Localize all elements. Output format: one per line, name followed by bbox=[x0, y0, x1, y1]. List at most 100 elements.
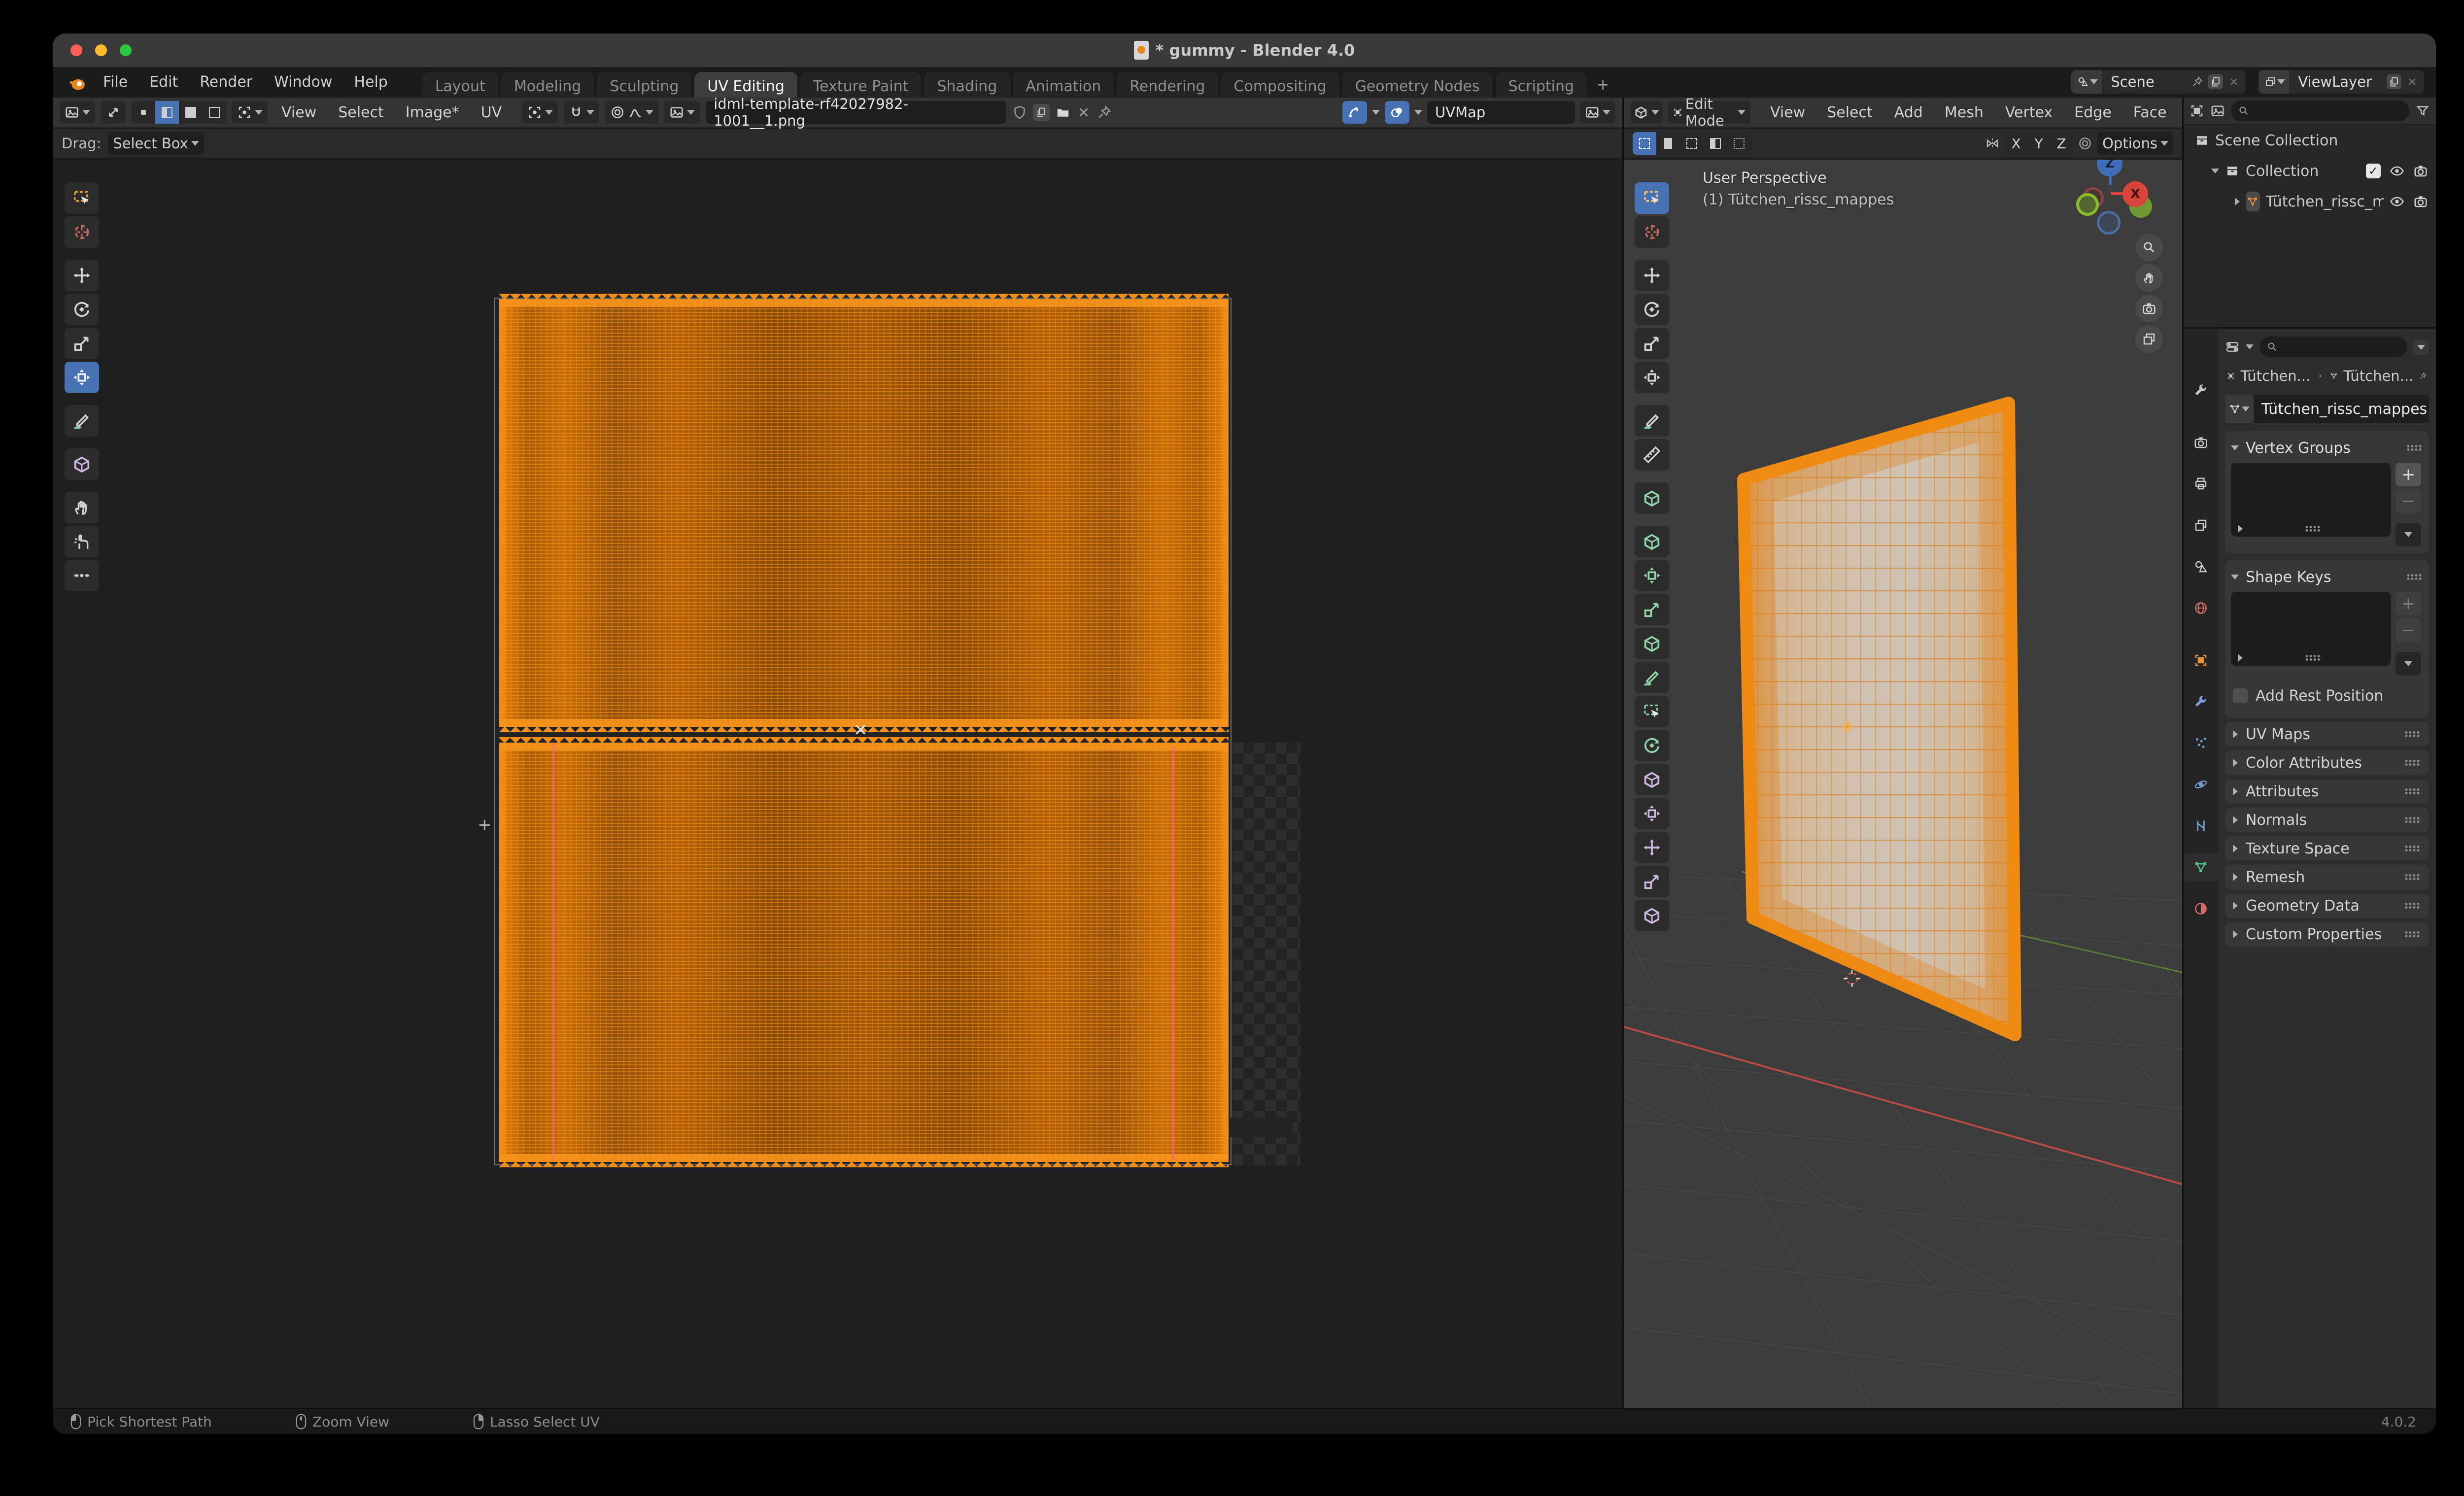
collection-checkbox[interactable]: ✓ bbox=[2366, 164, 2381, 178]
minimize-window-button[interactable] bbox=[95, 44, 107, 56]
tab-geometry-nodes[interactable]: Geometry Nodes bbox=[1342, 72, 1493, 98]
vp-menu-add[interactable]: Add bbox=[1886, 104, 1931, 121]
menu-render[interactable]: Render bbox=[189, 73, 263, 91]
add-rest-position-checkbox[interactable] bbox=[2233, 688, 2248, 703]
tab-render[interactable] bbox=[2184, 428, 2218, 457]
tab-view-layer[interactable] bbox=[2184, 511, 2218, 540]
mirror-x-button[interactable]: X bbox=[2005, 132, 2027, 155]
collapse-icon[interactable] bbox=[2231, 445, 2239, 450]
remove-shape-key-button[interactable]: − bbox=[2396, 618, 2421, 642]
axis-y-neg-ball[interactable] bbox=[2076, 193, 2099, 216]
zoom-view-button[interactable] bbox=[2135, 234, 2163, 261]
editor-type-dropdown[interactable] bbox=[2246, 344, 2254, 349]
vertex-groups-title[interactable]: Vertex Groups bbox=[2246, 440, 2351, 457]
add-vertex-group-button[interactable]: + bbox=[2396, 463, 2421, 486]
panel-remesh[interactable]: Remesh bbox=[2225, 865, 2429, 889]
drag-grip-icon[interactable] bbox=[2404, 931, 2421, 938]
vp-tool-shrink-fatten[interactable] bbox=[1635, 832, 1669, 863]
outliner-row-scene-collection[interactable]: Scene Collection bbox=[2184, 125, 2436, 156]
outliner-row-object[interactable]: Tütchen_rissc_mappes bbox=[2184, 186, 2436, 217]
properties-search-input[interactable] bbox=[2259, 337, 2407, 357]
pan-view-button[interactable] bbox=[2135, 264, 2163, 292]
vp-tool-scale[interactable] bbox=[1635, 328, 1669, 359]
disable-render-camera-icon[interactable] bbox=[2413, 194, 2428, 209]
drag-grip-icon[interactable] bbox=[2404, 845, 2421, 852]
mode-dropdown[interactable]: Edit Mode bbox=[1668, 101, 1750, 124]
vp-tool-spin[interactable] bbox=[1635, 730, 1669, 761]
close-window-button[interactable] bbox=[70, 44, 82, 56]
hide-eye-icon[interactable] bbox=[2390, 194, 2404, 209]
copy-icon[interactable] bbox=[2388, 76, 2400, 88]
drag-grip-icon[interactable] bbox=[2404, 902, 2421, 909]
menu-edit[interactable]: Edit bbox=[138, 73, 189, 91]
scene-name[interactable]: Scene bbox=[2102, 73, 2186, 90]
vp-menu-view[interactable]: View bbox=[1762, 104, 1813, 121]
tab-physics[interactable] bbox=[2184, 770, 2218, 799]
pin-icon[interactable] bbox=[1097, 105, 1112, 120]
overlay-dropdown[interactable] bbox=[1414, 110, 1422, 115]
copy-icon[interactable] bbox=[2210, 76, 2222, 88]
tab-object[interactable] bbox=[2184, 646, 2218, 675]
vp-tool-measure[interactable] bbox=[1635, 439, 1669, 471]
tab-texture-paint[interactable]: Texture Paint bbox=[800, 72, 922, 98]
drag-grip-icon[interactable] bbox=[2404, 874, 2421, 881]
uv-menu-image[interactable]: Image* bbox=[398, 104, 467, 121]
uv-select-island-button[interactable] bbox=[203, 101, 226, 124]
tab-rendering[interactable]: Rendering bbox=[1117, 72, 1218, 98]
camera-view-button[interactable] bbox=[2135, 295, 2163, 322]
tab-object-data[interactable] bbox=[2184, 853, 2218, 882]
list-resize-grip[interactable] bbox=[2305, 525, 2322, 532]
mirror-icon[interactable] bbox=[1985, 136, 2000, 151]
vp-tool-cursor[interactable] bbox=[1635, 216, 1669, 248]
viewport-canvas[interactable]: User Perspective (1) Tütchen_rissc_mappe… bbox=[1624, 160, 2182, 1408]
outliner-editor-type-icon[interactable] bbox=[2190, 103, 2204, 118]
unlink-image-icon[interactable] bbox=[1076, 105, 1091, 120]
uv-island-bottom[interactable] bbox=[499, 743, 1229, 1162]
breadcrumb-data[interactable]: Tütchen... bbox=[2344, 368, 2414, 384]
image-name-field[interactable]: idml-template-rf42027982-1001__1.png bbox=[706, 101, 1006, 124]
panel-uv-maps[interactable]: UV Maps bbox=[2225, 722, 2429, 747]
uv-island-top[interactable] bbox=[499, 299, 1229, 727]
uv-sticky-select-button[interactable] bbox=[232, 101, 268, 124]
uv-tool-rip-region[interactable] bbox=[65, 448, 99, 480]
image-browse-button[interactable] bbox=[664, 101, 700, 124]
uv-display-channels-button[interactable] bbox=[1580, 101, 1615, 124]
uv-tool-relax[interactable] bbox=[65, 526, 99, 557]
disable-render-camera-icon[interactable] bbox=[2413, 164, 2428, 178]
uv-tool-transform[interactable] bbox=[65, 362, 99, 393]
tab-sculpting[interactable]: Sculpting bbox=[597, 72, 691, 98]
fake-user-shield-icon[interactable] bbox=[1012, 105, 1027, 120]
viewlayer-name[interactable]: ViewLayer bbox=[2289, 73, 2381, 90]
pin-icon[interactable] bbox=[2191, 76, 2203, 88]
scene-selector[interactable]: Scene bbox=[2071, 70, 2246, 94]
vp-menu-face[interactable]: Face bbox=[2125, 104, 2175, 121]
outliner-row-collection[interactable]: Collection ✓ bbox=[2184, 156, 2436, 186]
options-dropdown[interactable]: Options bbox=[2097, 132, 2173, 155]
uvmap-field[interactable]: UVMap bbox=[1427, 101, 1575, 124]
shape-keys-list[interactable] bbox=[2231, 592, 2391, 666]
vp-tool-bevel[interactable] bbox=[1635, 594, 1669, 625]
drag-grip-icon[interactable] bbox=[2404, 788, 2421, 795]
tab-layout[interactable]: Layout bbox=[422, 72, 498, 98]
uv-live-unwrap-button[interactable] bbox=[1342, 101, 1367, 124]
vp-tool-inset[interactable] bbox=[1635, 560, 1669, 591]
vertex-groups-list[interactable] bbox=[2231, 463, 2391, 537]
remove-vertex-group-button[interactable]: − bbox=[2396, 489, 2421, 513]
mesh-object[interactable] bbox=[1744, 403, 2015, 1035]
vp-tool-rotate[interactable] bbox=[1635, 294, 1669, 325]
tab-modeling[interactable]: Modeling bbox=[501, 72, 594, 98]
tab-constraints[interactable] bbox=[2184, 812, 2218, 840]
copy-image-button[interactable] bbox=[1033, 104, 1050, 121]
menu-window[interactable]: Window bbox=[263, 73, 343, 91]
panel-attributes[interactable]: Attributes bbox=[2225, 779, 2429, 804]
vp-tool-move[interactable] bbox=[1635, 260, 1669, 291]
uv-menu-view[interactable]: View bbox=[274, 104, 324, 121]
live-unwrap-dropdown[interactable] bbox=[1372, 110, 1380, 115]
properties-options-button[interactable] bbox=[2413, 340, 2429, 355]
uv-canvas[interactable]: ✕ + bbox=[53, 160, 1622, 1408]
tab-scene[interactable] bbox=[2184, 552, 2218, 581]
mirror-z-button[interactable]: Z bbox=[2050, 132, 2073, 155]
tab-particles[interactable] bbox=[2184, 729, 2218, 757]
uv-select-vertex-button[interactable] bbox=[132, 101, 155, 124]
drag-grip-icon[interactable] bbox=[2404, 759, 2421, 766]
